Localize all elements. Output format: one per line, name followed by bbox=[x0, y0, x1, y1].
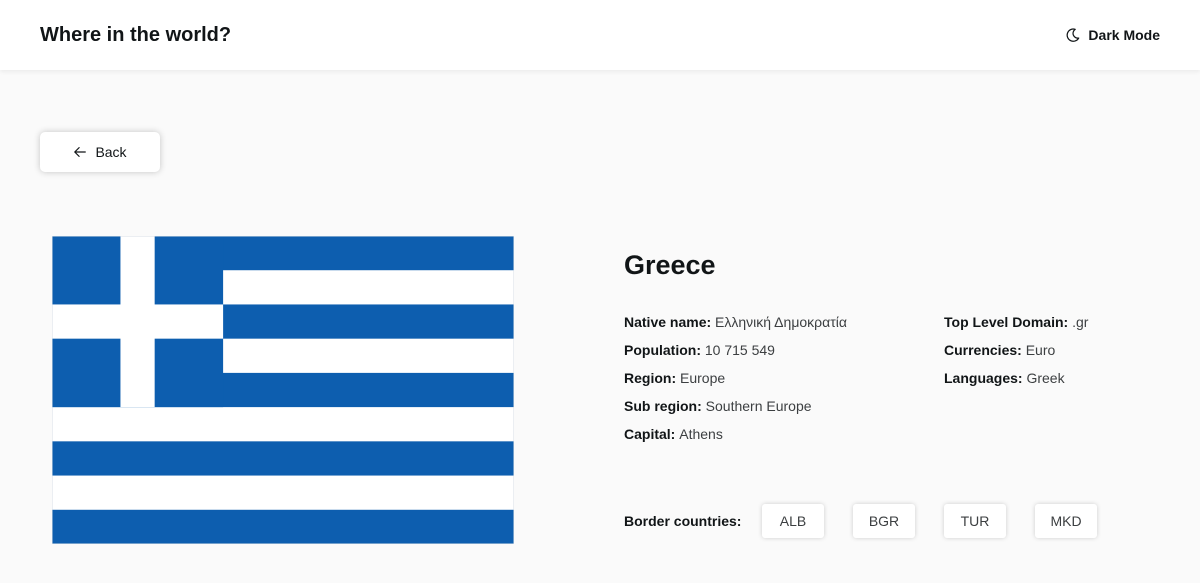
population-row: Population: 10 715 549 bbox=[624, 340, 847, 368]
region-label: Region: bbox=[624, 370, 677, 386]
border-chip-bgr[interactable]: BGR bbox=[853, 504, 915, 538]
country-name: Greece bbox=[624, 250, 716, 280]
native-name-value: Ελληνική Δημοκρατία bbox=[715, 314, 847, 330]
currencies-value: Euro bbox=[1025, 342, 1056, 358]
border-chip-mkd[interactable]: MKD bbox=[1035, 504, 1097, 538]
tld-label: Top Level Domain: bbox=[944, 314, 1069, 330]
population-label: Population: bbox=[624, 342, 701, 358]
languages-label: Languages: bbox=[944, 370, 1023, 386]
dark-mode-toggle[interactable]: Dark Mode bbox=[1066, 27, 1160, 43]
native-name-label: Native name: bbox=[624, 314, 712, 330]
currencies-label: Currencies: bbox=[944, 342, 1022, 358]
moon-icon bbox=[1067, 28, 1080, 42]
languages-row: Languages: Greek bbox=[944, 368, 1088, 396]
tld-value: .gr bbox=[1072, 314, 1089, 330]
region-row: Region: Europe bbox=[624, 368, 847, 396]
border-chip-tur[interactable]: TUR bbox=[944, 504, 1006, 538]
details-left: Native name: Ελληνική Δημοκρατία Populat… bbox=[624, 312, 847, 452]
languages-value: Greek bbox=[1026, 370, 1065, 386]
tld-row: Top Level Domain: .gr bbox=[944, 312, 1088, 340]
capital-row: Capital: Athens bbox=[624, 424, 847, 452]
border-chip-alb[interactable]: ALB bbox=[762, 504, 824, 538]
native-name-row: Native name: Ελληνική Δημοκρατία bbox=[624, 312, 847, 340]
population-value: 10 715 549 bbox=[704, 342, 775, 358]
back-label: Back bbox=[95, 144, 127, 160]
top-header: Where in the world? Dark Mode bbox=[0, 0, 1200, 70]
border-countries-label: Border countries: bbox=[624, 513, 742, 529]
sub-region-label: Sub region: bbox=[624, 398, 702, 414]
app-title: Where in the world? bbox=[40, 23, 232, 46]
greece-flag bbox=[52, 236, 514, 544]
region-value: Europe bbox=[680, 370, 726, 386]
back-button[interactable]: Back bbox=[40, 132, 160, 172]
sub-region-value: Southern Europe bbox=[705, 398, 812, 414]
arrow-left-icon bbox=[74, 147, 87, 157]
currencies-row: Currencies: Euro bbox=[944, 340, 1088, 368]
border-countries: Border countries: ALB BGR TUR MKD bbox=[624, 504, 1126, 538]
capital-label: Capital: bbox=[624, 426, 676, 442]
capital-value: Athens bbox=[679, 426, 723, 442]
dark-mode-label: Dark Mode bbox=[1088, 27, 1160, 43]
sub-region-row: Sub region: Southern Europe bbox=[624, 396, 847, 424]
details-right: Top Level Domain: .gr Currencies: Euro L… bbox=[944, 312, 1088, 396]
